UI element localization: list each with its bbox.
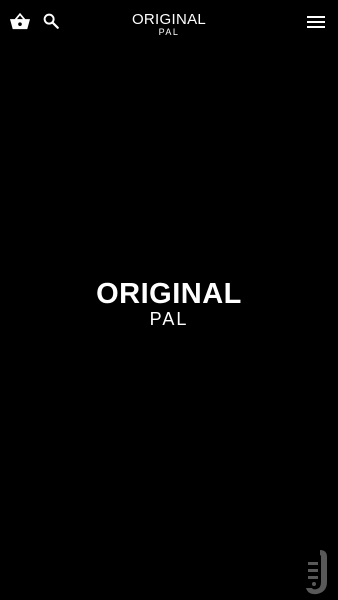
top-app-bar: ORIGINAL PAL <box>0 0 338 42</box>
splash-logo-title: ORIGINAL <box>96 278 242 310</box>
header-logo-subtitle: PAL <box>158 27 180 37</box>
watermark-icon <box>306 550 327 595</box>
menu-button[interactable] <box>303 9 329 35</box>
header-logo-title: ORIGINAL <box>131 11 207 28</box>
hamburger-menu-icon <box>307 16 325 28</box>
splash-logo-subtitle: PAL <box>149 309 189 329</box>
app-screen: ORIGINAL PAL ORIGINAL PAL <box>0 0 338 600</box>
splash-logo: ORIGINAL PAL <box>0 278 338 329</box>
header-logo[interactable]: ORIGINAL PAL <box>0 12 338 37</box>
